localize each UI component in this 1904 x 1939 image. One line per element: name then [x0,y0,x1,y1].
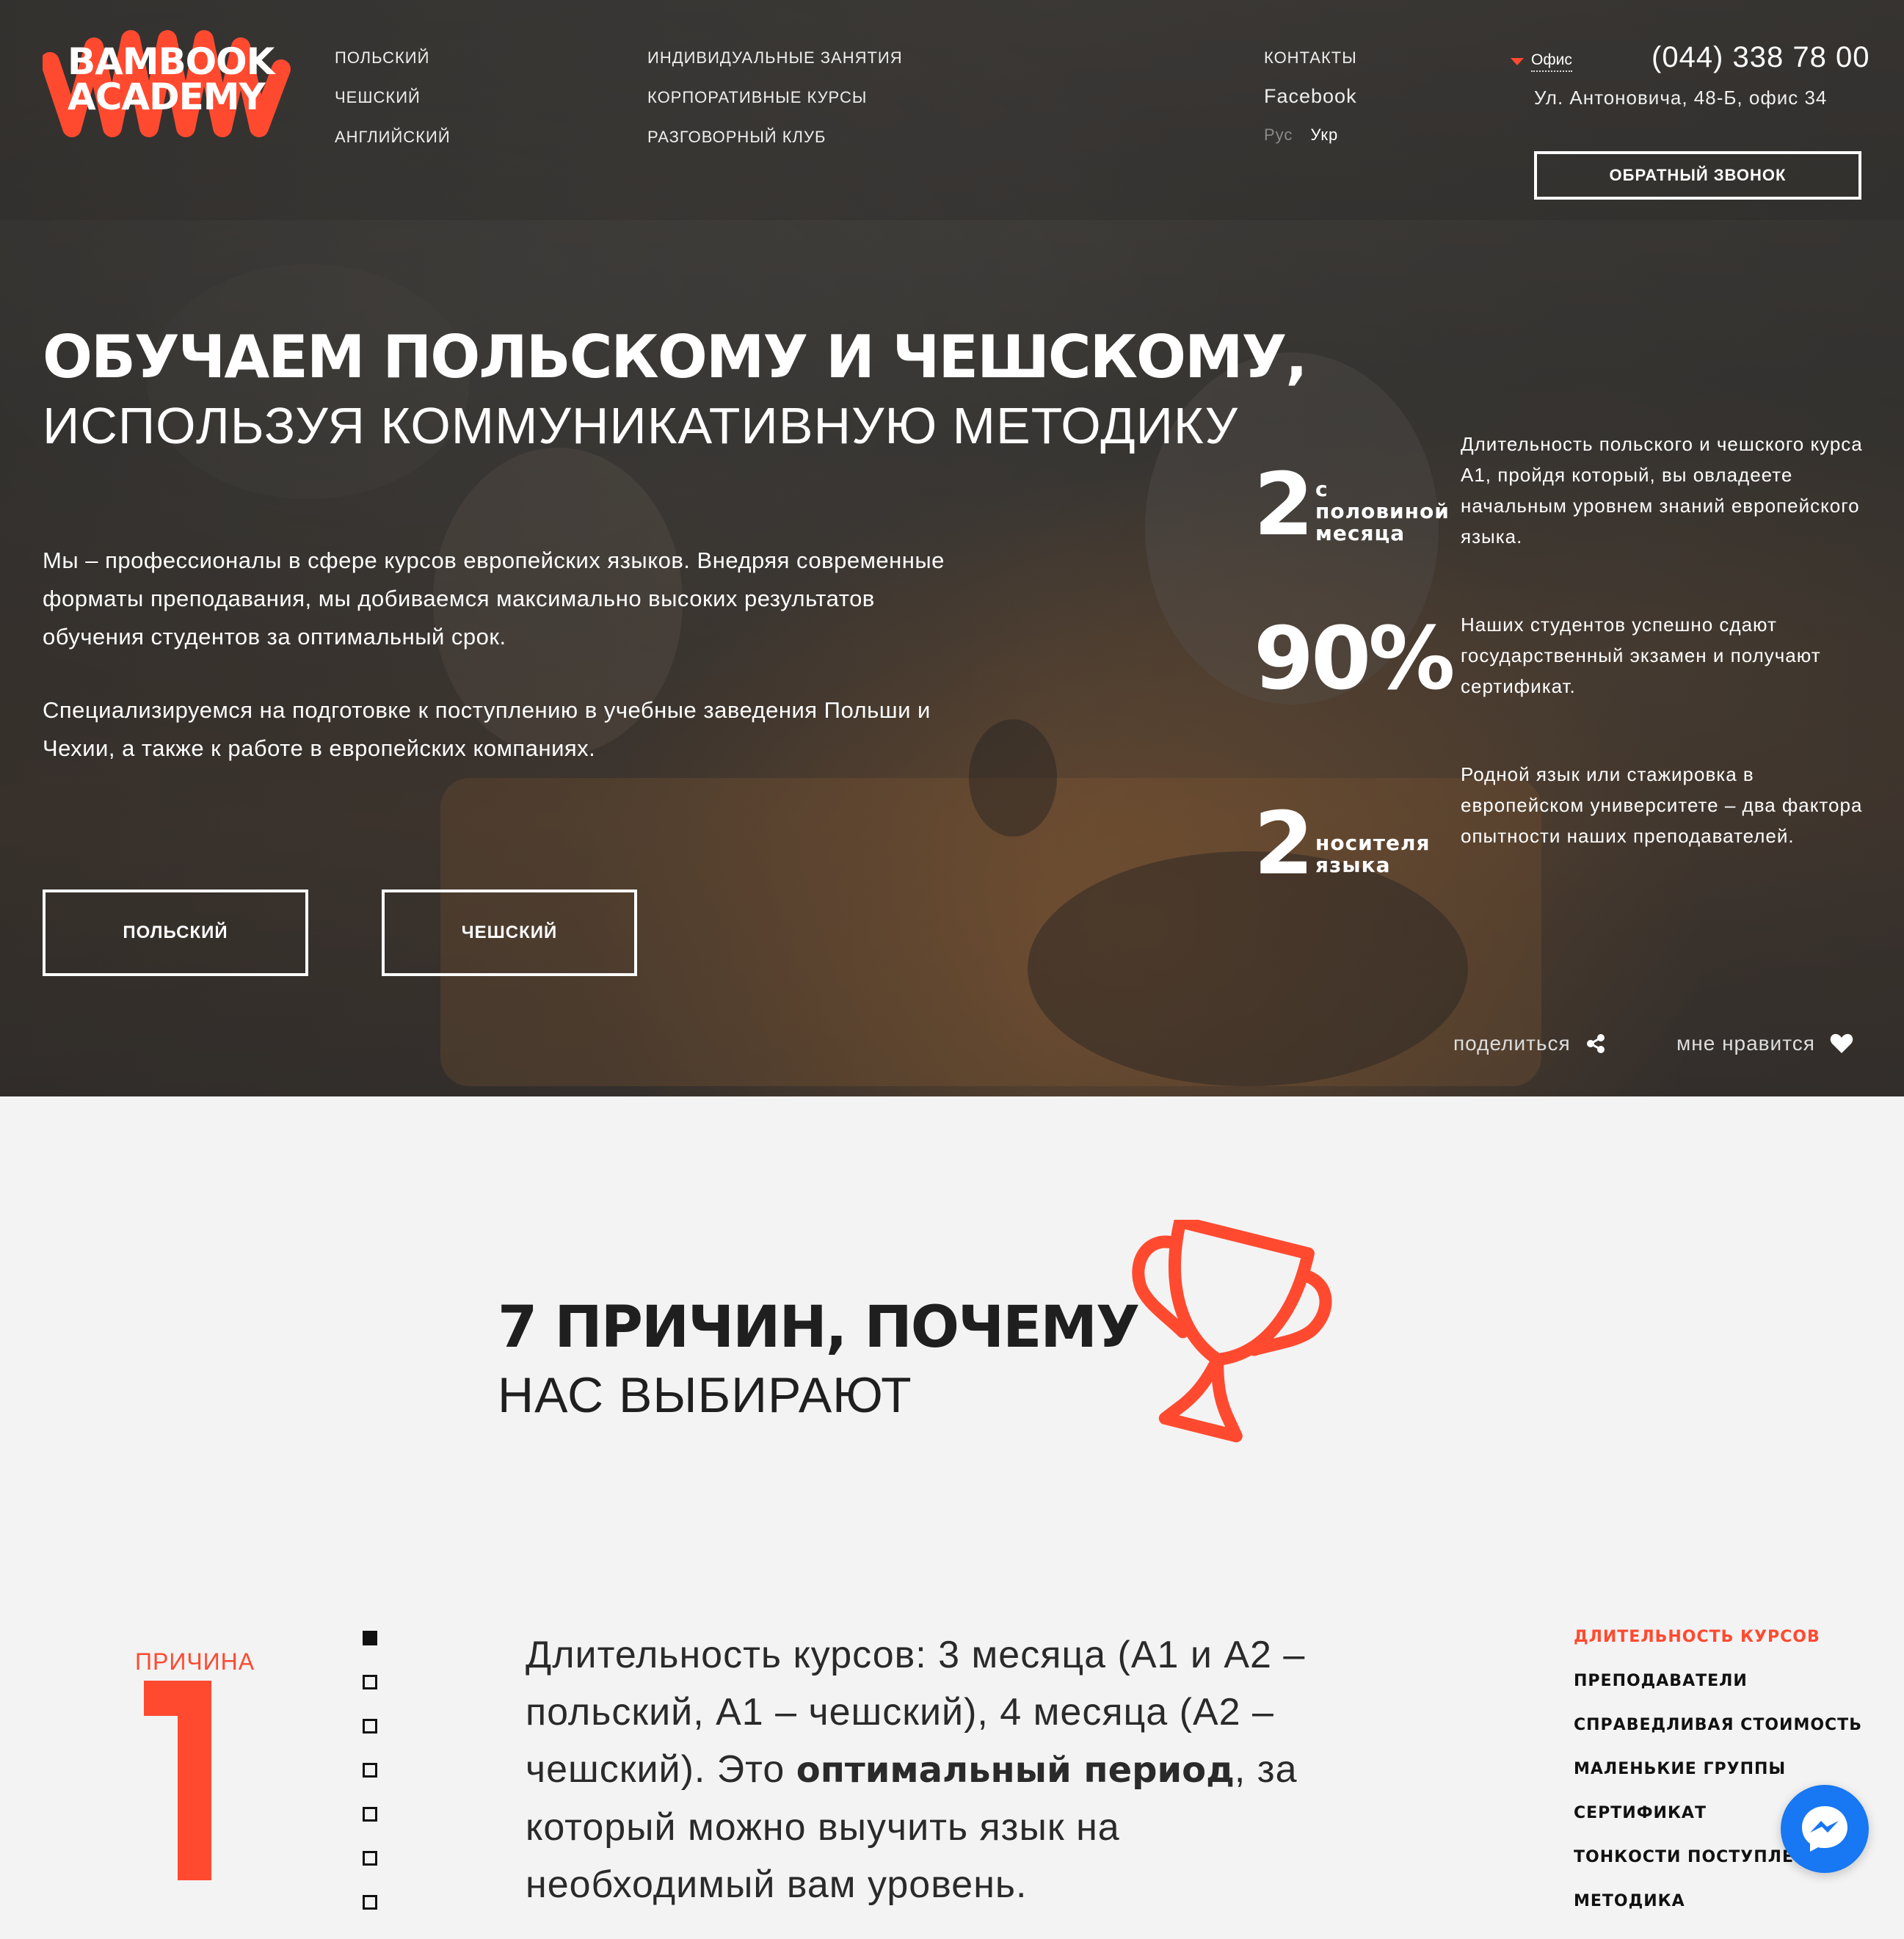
reason-number-graphic [144,1681,211,1880]
pager-dot-3[interactable] [363,1719,377,1734]
stat-1-number: 2 [1254,454,1315,555]
lang-uk[interactable]: Укр [1310,125,1338,145]
like-button[interactable]: мне нравится [1676,1032,1853,1055]
nav-corporate[interactable]: КОРПОРАТИВНЫЕ КУРСЫ [647,88,903,107]
stat-2-description: Наших студентов успешно сдают государств… [1461,614,1821,697]
reason-item-price[interactable]: СПРАВЕДЛИВАЯ СТОИМОСТЬ [1574,1716,1862,1735]
address: Ул. Антоновича, 48-Б, офис 34 [1534,87,1828,109]
hero-title-bold: ОБУЧАЕМ ПОЛЬСКОМУ И ЧЕШСКОМУ, [43,323,1308,391]
stat-2-number: 90% [1254,608,1455,709]
stat-3-number: 2 [1254,793,1315,894]
stat-3-unit: носителя языка [1315,831,1431,877]
share-button[interactable]: поделиться [1453,1032,1606,1055]
lang-ru[interactable]: Рус [1264,125,1293,145]
nav-facebook[interactable]: Facebook [1264,85,1357,108]
hero-section: BAMBOOK ACADEMY ПОЛЬСКИЙ ЧЕШСКИЙ АНГЛИЙС… [0,0,1904,1096]
pager-dot-4[interactable] [363,1763,377,1778]
stat-1-unit: с половиной месяца [1315,477,1450,545]
callback-button[interactable]: ОБРАТНЫЙ ЗВОНОК [1534,151,1861,200]
nav-individual[interactable]: ИНДИВИДУАЛЬНЫЕ ЗАНЯТИЯ [647,48,903,68]
like-label: мне нравится [1676,1032,1815,1055]
czech-course-button[interactable]: ЧЕШСКИЙ [382,890,637,976]
phone-number[interactable]: (044) 338 78 00 [1652,41,1870,74]
nav-contacts[interactable]: КОНТАКТЫ [1264,48,1357,68]
logo[interactable]: BAMBOOK ACADEMY [40,18,292,142]
pager-dot-2[interactable] [363,1675,377,1689]
chevron-down-icon [1511,58,1524,65]
reason-item-method[interactable]: МЕТОДИКА [1574,1892,1862,1911]
hero-paragraph-1: Мы – профессионалы в сфере курсов европе… [43,547,945,650]
nav-formats: ИНДИВИДУАЛЬНЫЕ ЗАНЯТИЯ КОРПОРАТИВНЫЕ КУР… [647,48,903,167]
share-label: поделиться [1453,1032,1571,1055]
nav-misc: КОНТАКТЫ Facebook Рус Укр [1264,48,1357,145]
pager-dot-1[interactable] [363,1631,377,1645]
language-switcher: Рус Укр [1264,125,1357,145]
hero-paragraph-2: Специализируемся на подготовке к поступл… [43,697,931,761]
logo-text: BAMBOOK ACADEMY [68,40,275,118]
nav-polish[interactable]: ПОЛЬСКИЙ [335,48,451,68]
reason-item-duration[interactable]: ДЛИТЕЛЬНОСТЬ КУРСОВ [1574,1628,1862,1647]
share-icon [1586,1034,1605,1053]
pager-dot-7[interactable] [363,1895,377,1910]
messenger-icon [1802,1806,1847,1852]
reason-label: ПРИЧИНА [135,1648,255,1675]
trophy-icon [1132,1220,1332,1443]
stat-3-description: Родной язык или стажировка в европейском… [1461,763,1863,847]
heart-icon [1830,1033,1853,1053]
reason-item-small-groups[interactable]: МАЛЕНЬКИЕ ГРУППЫ [1574,1760,1862,1779]
pager-dot-6[interactable] [363,1851,377,1866]
reasons-title-light: НАС ВЫБИРАЮТ [498,1367,912,1423]
office-label: Офис [1531,51,1572,72]
reason-item-teachers[interactable]: ПРЕПОДАВАТЕЛИ [1574,1672,1862,1691]
page: BAMBOOK ACADEMY ПОЛЬСКИЙ ЧЕШСКИЙ АНГЛИЙС… [0,0,1904,1910]
reason-text: Длительность курсов: 3 месяца (A1 и A2 –… [526,1634,1306,1906]
hero-intro: Мы – профессионалы в сфере курсов европе… [43,542,953,803]
nav-languages: ПОЛЬСКИЙ ЧЕШСКИЙ АНГЛИЙСКИЙ [335,48,451,167]
office-selector[interactable]: Офис [1511,51,1572,72]
messenger-chat-button[interactable] [1781,1785,1869,1873]
reasons-title-bold: 7 ПРИЧИН, ПОЧЕМУ [498,1295,1140,1361]
reasons-pager [363,1631,377,1939]
reasons-list: ДЛИТЕЛЬНОСТЬ КУРСОВ ПРЕПОДАВАТЕЛИ СПРАВЕ… [1574,1628,1862,1936]
nav-english[interactable]: АНГЛИЙСКИЙ [335,128,451,147]
stat-1-description: Длительность польского и чешского курса … [1461,433,1863,547]
hero-title-light: ИСПОЛЬЗУЯ КОММУНИКАТИВНУЮ МЕТОДИКУ [43,397,1238,454]
polish-course-button[interactable]: ПОЛЬСКИЙ [43,890,308,976]
pager-dot-5[interactable] [363,1807,377,1822]
nav-speaking-club[interactable]: РАЗГОВОРНЫЙ КЛУБ [647,128,903,147]
nav-czech[interactable]: ЧЕШСКИЙ [335,88,451,107]
